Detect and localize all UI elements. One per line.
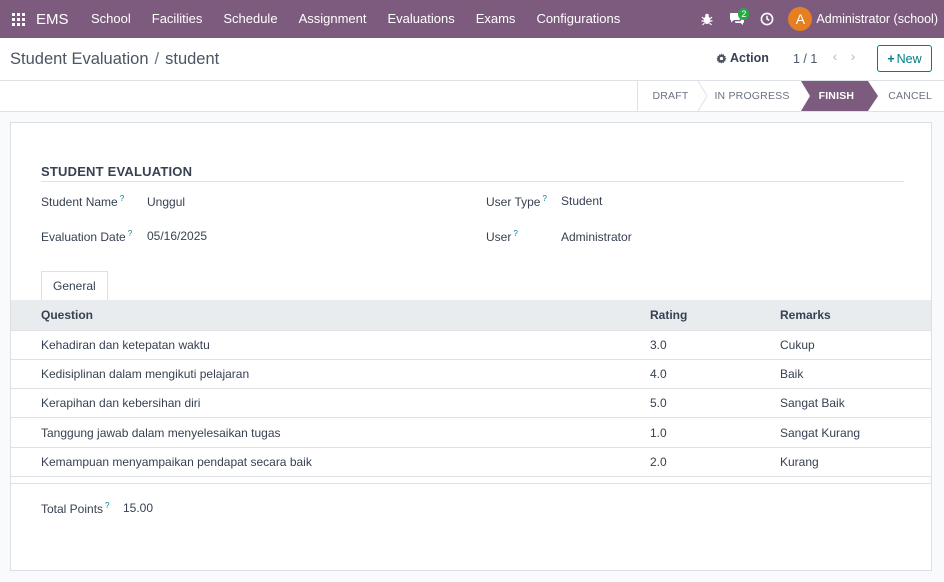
plus-icon: + [887, 51, 895, 66]
remarks-cell[interactable]: Baik [778, 359, 931, 390]
form-sheet: STUDENT EVALUATION Student Name? Unggul … [10, 122, 932, 571]
table-row[interactable]: Kemampuan menyampaikan pendapat secara b… [11, 447, 931, 477]
user-type-label: User Type? [486, 194, 547, 209]
table-footer-divider [11, 483, 931, 484]
stage-draft-label: DRAFT [652, 90, 689, 102]
action-label: Action [730, 51, 769, 65]
help-icon[interactable]: ? [128, 229, 132, 238]
student-name-label: Student Name? [41, 194, 125, 209]
action-button[interactable]: Action [716, 51, 769, 65]
column-question[interactable]: Question [11, 300, 648, 331]
total-points-value: 15.00 [123, 501, 154, 515]
student-name-field[interactable]: Unggul [147, 195, 185, 209]
user-label: User? [486, 229, 518, 244]
rating-cell[interactable]: 2.0 [648, 447, 778, 477]
stage-cancel[interactable]: CANCEL [868, 81, 944, 111]
remarks-cell[interactable]: Sangat Baik [778, 388, 931, 419]
table-header-row: Question Rating Remarks [11, 300, 931, 331]
pager-previous-icon[interactable]: ‹ [826, 48, 844, 64]
status-bar: DRAFT IN PROGRESS FINISH CANCEL [0, 81, 944, 112]
debug-bug-icon[interactable] [692, 0, 722, 38]
remarks-cell[interactable]: Sangat Kurang [778, 417, 931, 448]
messages-badge: 2 [738, 8, 750, 20]
stage-cancel-label: CANCEL [888, 90, 932, 102]
control-panel: Student Evaluation / student Action 1 / 1 … [0, 38, 944, 81]
user-menu-name[interactable]: Administrator (school) [816, 12, 938, 26]
rating-cell[interactable]: 4.0 [648, 359, 778, 390]
help-icon[interactable]: ? [513, 229, 517, 238]
section-title: STUDENT EVALUATION [41, 164, 193, 179]
menu-facilities[interactable]: Facilities [141, 0, 213, 38]
question-cell[interactable]: Kerapihan dan kebersihan diri [11, 388, 648, 419]
evaluation-date-field[interactable]: 05/16/2025 [147, 229, 207, 243]
new-button[interactable]: + New [877, 45, 932, 72]
rating-cell[interactable]: 3.0 [648, 330, 778, 360]
messages-chat-icon[interactable]: 2 [722, 0, 752, 38]
table-row[interactable]: Kehadiran dan ketepatan waktu 3.0 Cukup [11, 330, 931, 360]
menu-exams[interactable]: Exams [465, 0, 526, 38]
remarks-cell[interactable]: Kurang [778, 447, 931, 477]
user-type-field[interactable]: Student [561, 194, 602, 208]
breadcrumb-parent[interactable]: Student Evaluation [10, 50, 149, 68]
stage-finish-label: FINISH [818, 90, 855, 102]
menu-school[interactable]: School [81, 0, 142, 38]
breadcrumb-separator: / [154, 50, 160, 68]
column-remarks[interactable]: Remarks [778, 300, 931, 331]
pager-value[interactable]: 1 / 1 [793, 52, 817, 66]
menu-assignment[interactable]: Assignment [288, 0, 377, 38]
breadcrumb: Student Evaluation / student [10, 50, 219, 69]
menu-configurations[interactable]: Configurations [526, 0, 631, 38]
remarks-cell[interactable]: Cukup [778, 330, 931, 360]
pager-arrows: ‹ › [826, 48, 862, 64]
rating-cell[interactable]: 1.0 [648, 417, 778, 448]
new-button-label: New [896, 51, 922, 66]
evaluation-date-label: Evaluation Date? [41, 229, 133, 244]
section-divider [41, 181, 904, 182]
gear-icon [716, 52, 727, 64]
evaluation-lines-table: Question Rating Remarks Kehadiran dan ke… [11, 300, 931, 477]
pager-next-icon[interactable]: › [844, 48, 862, 64]
stage-in-progress[interactable]: IN PROGRESS [699, 81, 800, 111]
stage-notch [800, 81, 810, 111]
app-brand[interactable]: EMS [36, 11, 69, 28]
question-cell[interactable]: Kedisiplinan dalam mengikuti pelajaran [11, 359, 648, 390]
stage-in-progress-label: IN PROGRESS [714, 90, 790, 102]
help-icon[interactable]: ? [120, 194, 124, 203]
help-icon[interactable]: ? [542, 194, 546, 203]
menu-schedule[interactable]: Schedule [213, 0, 288, 38]
apps-menu-icon[interactable] [0, 0, 36, 38]
question-cell[interactable]: Kemampuan menyampaikan pendapat secara b… [11, 447, 648, 477]
user-field[interactable]: Administrator [561, 230, 632, 244]
tab-general[interactable]: General [41, 271, 108, 301]
question-cell[interactable]: Kehadiran dan ketepatan waktu [11, 330, 648, 360]
table-row[interactable]: Kerapihan dan kebersihan diri 5.0 Sangat… [11, 388, 931, 419]
question-cell[interactable]: Tanggung jawab dalam menyelesaikan tugas [11, 417, 648, 448]
table-row[interactable]: Kedisiplinan dalam mengikuti pelajaran 4… [11, 359, 931, 390]
breadcrumb-current: student [165, 50, 220, 68]
table-row[interactable]: Tanggung jawab dalam menyelesaikan tugas… [11, 417, 931, 448]
user-avatar[interactable]: A [788, 7, 813, 31]
menu-evaluations[interactable]: Evaluations [377, 0, 465, 38]
stage-draft[interactable]: DRAFT [637, 81, 709, 111]
stage-list: DRAFT IN PROGRESS FINISH CANCEL [637, 81, 944, 111]
column-rating[interactable]: Rating [648, 300, 778, 331]
total-points-label: Total Points? [41, 501, 110, 516]
help-icon[interactable]: ? [105, 501, 109, 510]
rating-cell[interactable]: 5.0 [648, 388, 778, 419]
top-navbar: EMS School Facilities Schedule Assignmen… [0, 0, 944, 38]
activity-clock-icon[interactable] [752, 0, 782, 38]
stage-finish[interactable]: FINISH [800, 81, 879, 111]
